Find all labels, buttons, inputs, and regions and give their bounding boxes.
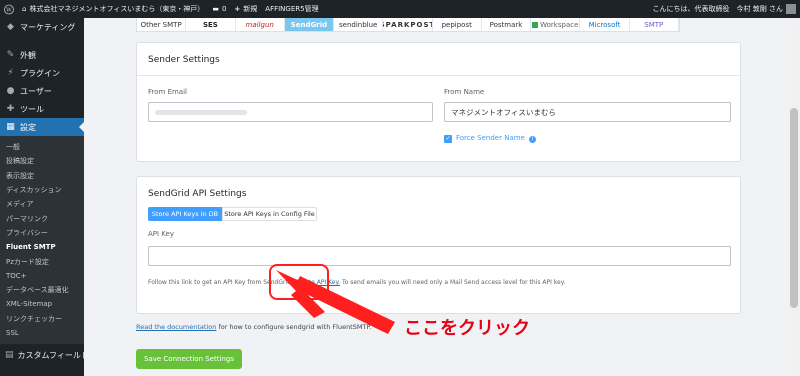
avatar bbox=[786, 4, 796, 14]
force-sender-name-row: Force Sender Name i bbox=[456, 134, 537, 143]
save-connection-button[interactable]: Save Connection Settings bbox=[136, 349, 242, 369]
submenu-item-db-optimize[interactable]: データベース最適化 bbox=[0, 283, 84, 297]
from-name-input[interactable]: マネジメントオフィスいまむら bbox=[444, 102, 731, 122]
paintbrush-icon: ✎ bbox=[6, 50, 15, 60]
svg-text:W: W bbox=[6, 7, 12, 13]
menu-label: カスタムフィールド bbox=[17, 350, 89, 360]
from-email-label: From Email bbox=[148, 88, 187, 96]
submenu-item-pz-card[interactable]: Pzカード設定 bbox=[0, 254, 84, 268]
provider-microsoft[interactable]: Microsoft bbox=[580, 18, 630, 31]
menu-label: ツール bbox=[20, 104, 44, 114]
force-sender-name-checkbox[interactable]: ✓ bbox=[444, 135, 452, 143]
new-content-link[interactable]: + 新規 bbox=[230, 0, 261, 18]
admin-bar: W ⌂ 株式会社マネジメントオフィスいまむら（東京・神戸） ▬ 0 + 新規 A… bbox=[0, 0, 800, 18]
provider-label: Workspace bbox=[540, 20, 579, 29]
help-suffix: To send emails you will need only a Mail… bbox=[340, 279, 566, 286]
divider bbox=[137, 75, 740, 76]
submenu-item-link-checker[interactable]: リンクチェッカー bbox=[0, 312, 84, 326]
comment-icon: ▬ bbox=[212, 5, 219, 13]
menu-label: プラグイン bbox=[20, 68, 60, 78]
provider-ses[interactable]: SES bbox=[186, 18, 236, 31]
scrollbar-thumb[interactable] bbox=[790, 108, 798, 308]
provider-sendinblue[interactable]: sendinblue bbox=[334, 18, 384, 31]
menu-users[interactable]: ● ユーザー bbox=[0, 82, 84, 100]
site-name: 株式会社マネジメントオフィスいまむら（東京・神戸） bbox=[29, 5, 205, 13]
settings-submenu: 一般 投稿設定 表示設定 ディスカッション メディア パーマリンク プライバシー… bbox=[0, 136, 84, 345]
api-settings-title: SendGrid API Settings bbox=[148, 189, 247, 199]
doc-suffix: for how to configure sendgrid with Fluen… bbox=[216, 323, 372, 331]
menu-custom-fields[interactable]: ▤ カスタムフィールド bbox=[0, 346, 89, 364]
admin-sidebar: ◆ マーケティング ✎ 外観 ⚡ プラグイン ● ユーザー ✚ ツール ▦ 設定… bbox=[0, 18, 89, 376]
provider-selector: Other SMTP SES mailgun SendGrid sendinbl… bbox=[136, 18, 680, 32]
tab-store-db[interactable]: Store API Keys in DB bbox=[148, 207, 222, 221]
comments-link[interactable]: ▬ 0 bbox=[208, 0, 230, 18]
affinger-label: AFFINGER5管理 bbox=[265, 5, 319, 13]
submenu-item-writing[interactable]: 投稿設定 bbox=[0, 154, 84, 168]
info-icon[interactable]: i bbox=[529, 136, 537, 143]
force-sender-name-label: Force Sender Name bbox=[456, 134, 525, 142]
site-name-link[interactable]: ⌂ 株式会社マネジメントオフィスいまむら（東京・神戸） bbox=[18, 0, 208, 18]
home-icon: ⌂ bbox=[22, 5, 27, 13]
menu-label: 設定 bbox=[20, 122, 36, 132]
submenu-item-media[interactable]: メディア bbox=[0, 197, 84, 211]
submenu-item-ssl[interactable]: SSL bbox=[0, 326, 84, 340]
grid-icon: ▤ bbox=[5, 350, 14, 361]
wrench-icon: ✚ bbox=[6, 104, 15, 114]
menu-marketing[interactable]: ◆ マーケティング bbox=[0, 18, 84, 36]
submenu-item-permalink[interactable]: パーマリンク bbox=[0, 211, 84, 225]
sender-settings-card: Sender Settings From Email From Name マネジ… bbox=[136, 42, 741, 162]
menu-label: 外観 bbox=[20, 50, 36, 60]
from-email-value-redacted bbox=[155, 109, 247, 115]
from-name-label: From Name bbox=[444, 88, 485, 96]
provider-wp-smtp[interactable]: SMTP bbox=[630, 18, 679, 31]
api-key-label: API Key bbox=[148, 230, 174, 238]
menu-settings[interactable]: ▦ 設定 bbox=[0, 118, 84, 136]
greeting: こんにちは、代表取締役 今村 敦剛 さん bbox=[652, 5, 783, 13]
api-key-input[interactable] bbox=[148, 246, 731, 266]
submenu-item-discussion[interactable]: ディスカッション bbox=[0, 183, 84, 197]
plus-icon: + bbox=[234, 5, 241, 13]
provider-sparkpost[interactable]: SPARKPOST bbox=[383, 18, 433, 31]
provider-google-workspace[interactable]: Workspace bbox=[531, 18, 581, 31]
submenu-item-fluent-smtp[interactable]: Fluent SMTP bbox=[0, 240, 84, 254]
submenu-item-privacy[interactable]: プライバシー bbox=[0, 226, 84, 240]
submenu-item-reading[interactable]: 表示設定 bbox=[0, 169, 84, 183]
provider-postmark[interactable]: Postmark bbox=[482, 18, 532, 31]
tab-store-config[interactable]: Store API Keys in Config File bbox=[222, 207, 317, 221]
provider-mailgun[interactable]: mailgun bbox=[236, 18, 285, 31]
sendgrid-api-card: SendGrid API Settings Store API Keys in … bbox=[136, 176, 741, 314]
api-help-text: Follow this link to get an API Key from … bbox=[148, 279, 565, 286]
provider-sendgrid[interactable]: SendGrid bbox=[284, 18, 335, 31]
menu-appearance[interactable]: ✎ 外観 bbox=[0, 46, 84, 64]
plugin-icon: ⚡ bbox=[7, 68, 14, 78]
affinger-link[interactable]: AFFINGER5管理 bbox=[261, 0, 322, 18]
read-documentation-link[interactable]: Read the documentation bbox=[136, 323, 216, 331]
wordpress-logo-icon[interactable]: W bbox=[0, 0, 18, 18]
menu-tools[interactable]: ✚ ツール bbox=[0, 100, 84, 118]
submenu-item-xml-sitemap[interactable]: XML-Sitemap bbox=[0, 297, 84, 311]
documentation-note: Read the documentation for how to config… bbox=[136, 323, 371, 331]
settings-icon: ▦ bbox=[6, 122, 15, 132]
comments-count: 0 bbox=[221, 5, 227, 13]
new-label: 新規 bbox=[243, 5, 258, 13]
provider-pepipost[interactable]: pepipost bbox=[433, 18, 482, 31]
annotation-text: ここをクリック bbox=[404, 318, 530, 339]
menu-plugins[interactable]: ⚡ プラグイン bbox=[0, 64, 84, 82]
account-menu[interactable]: こんにちは、代表取締役 今村 敦剛 さん bbox=[649, 0, 800, 18]
scrollbar[interactable] bbox=[788, 18, 800, 376]
submenu-item-toc[interactable]: TOC+ bbox=[0, 269, 84, 283]
menu-label: マーケティング bbox=[20, 22, 76, 32]
from-email-input[interactable] bbox=[148, 102, 433, 122]
sender-settings-title: Sender Settings bbox=[148, 55, 220, 65]
submenu-item-general[interactable]: 一般 bbox=[0, 140, 84, 154]
annotation-highlight bbox=[269, 264, 329, 300]
megaphone-icon: ◆ bbox=[7, 22, 14, 32]
menu-label: ユーザー bbox=[20, 86, 52, 96]
google-logo-icon bbox=[532, 21, 539, 28]
provider-other-smtp[interactable]: Other SMTP bbox=[137, 18, 187, 31]
users-icon: ● bbox=[6, 86, 15, 96]
